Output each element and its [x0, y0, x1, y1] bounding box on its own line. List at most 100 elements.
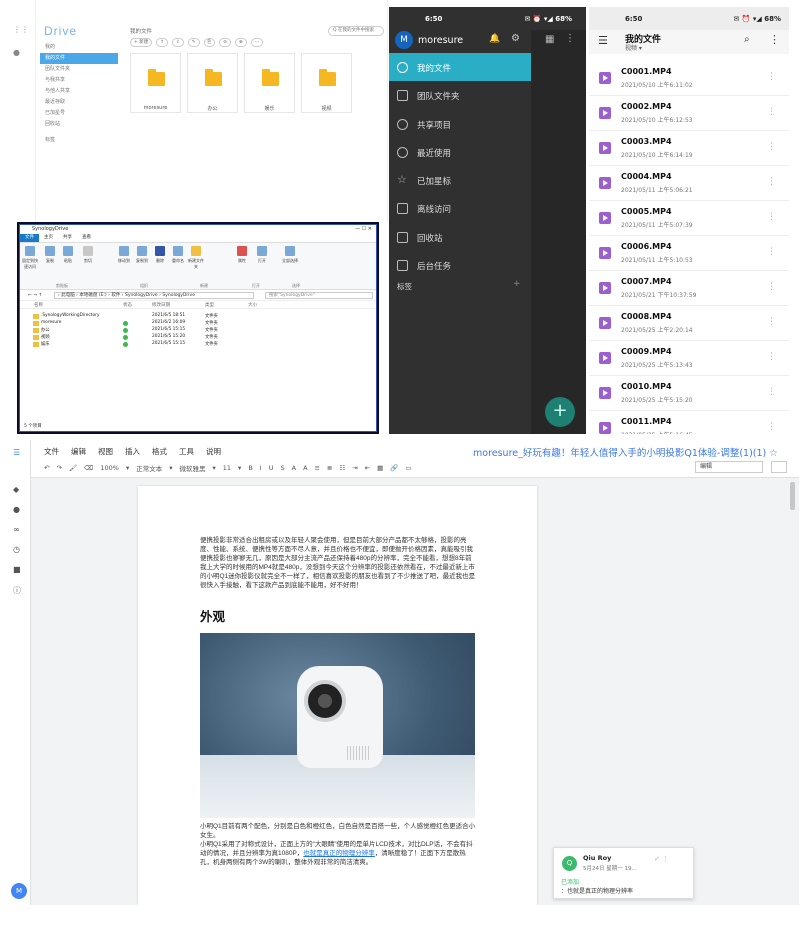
- format-tool[interactable]: ≣: [327, 464, 332, 472]
- open-button[interactable]: 打开: [254, 246, 270, 264]
- format-tool[interactable]: ⇥: [352, 464, 357, 472]
- drive-nav-team-folders[interactable]: 团队文件夹: [40, 64, 118, 75]
- lock-icon[interactable]: ■: [13, 565, 21, 574]
- tab-file[interactable]: 文件: [20, 234, 39, 242]
- menu-insert[interactable]: 插入: [125, 446, 140, 457]
- drive-nav-my-files[interactable]: 我的文件: [40, 53, 118, 64]
- menu-edit[interactable]: 编辑: [71, 446, 86, 457]
- drawer-item-starred[interactable]: ☆ 已加星标: [389, 166, 531, 194]
- table-row[interactable]: moresure 2021/6/2 16:09 文件夹: [20, 320, 376, 327]
- col-name[interactable]: 名称: [34, 302, 43, 308]
- list-item[interactable]: C0007.MP4 2021/05/21 下午10:37:59 ⋮: [589, 271, 789, 306]
- section-heading[interactable]: 外观: [200, 606, 225, 625]
- menu-format[interactable]: 格式: [152, 446, 167, 457]
- list-item[interactable]: C0003.MP4 2021/05/10 上午6:14:19 ⋮: [589, 131, 789, 166]
- link-icon[interactable]: ∞: [13, 525, 20, 534]
- format-tool[interactable]: 正常文本: [136, 463, 162, 473]
- format-tool[interactable]: 11: [223, 464, 231, 472]
- grid-view-icon[interactable]: ▦: [545, 34, 554, 45]
- share-button[interactable]: ⇪: [171, 38, 184, 47]
- edit-button[interactable]: ✎: [187, 38, 200, 47]
- list-item[interactable]: C0009.MP4 2021/05/25 上午5:13:43 ⋮: [589, 341, 789, 376]
- drawer-item-my-files[interactable]: 我的文件: [389, 53, 531, 82]
- format-tool[interactable]: U: [269, 464, 274, 472]
- drive-nav-shared-with-others[interactable]: 与他人共享: [40, 86, 118, 97]
- copy-button[interactable]: ⎘: [203, 38, 216, 47]
- drive-nav-labels[interactable]: 标签: [40, 135, 118, 146]
- col-status[interactable]: 状态: [123, 302, 132, 308]
- format-tool[interactable]: ↷: [56, 464, 61, 472]
- folder-selector[interactable]: 视频 ▾: [625, 43, 642, 52]
- side-panel-toggle-icon[interactable]: [771, 461, 787, 473]
- drawer-item-offline[interactable]: 离线访问: [389, 194, 531, 222]
- new-folder-button[interactable]: 新建文件夹: [188, 246, 204, 270]
- col-size[interactable]: 大小: [248, 302, 257, 308]
- list-item[interactable]: C0008.MP4 2021/05/25 上午2:20:14 ⋮: [589, 306, 789, 341]
- gear-icon[interactable]: ⚙: [511, 33, 520, 44]
- table-row[interactable]: 娱乐 2021/6/5 15:15 文件夹: [20, 341, 376, 348]
- drive-nav-shared-with-me[interactable]: 与我共享: [40, 75, 118, 86]
- more-vert-icon[interactable]: ⋮: [767, 177, 776, 187]
- search-icon[interactable]: ⌕: [744, 34, 750, 45]
- folder-tile[interactable]: 办公: [187, 53, 238, 113]
- menu-icon[interactable]: ☰: [13, 448, 20, 457]
- paste-button[interactable]: 粘贴: [60, 246, 76, 264]
- menu-file[interactable]: 文件: [44, 446, 59, 457]
- more-vert-icon[interactable]: ⋮: [767, 282, 776, 292]
- drawer-item-team-folders[interactable]: 团队文件夹: [389, 81, 531, 109]
- more-button[interactable]: ⋯: [250, 38, 264, 47]
- more-vert-icon[interactable]: ⋮: [767, 212, 776, 222]
- copy-button[interactable]: 复制: [42, 246, 58, 264]
- drawer-item-trash[interactable]: 回收站: [389, 223, 531, 251]
- projector-photo[interactable]: [200, 633, 475, 818]
- explorer-search-input[interactable]: 搜索"SynologyDrive": [265, 292, 373, 299]
- upload-button[interactable]: ↑: [156, 38, 168, 47]
- disable-button[interactable]: ⊘: [219, 38, 231, 47]
- format-tool[interactable]: 微软雅黑: [180, 463, 206, 473]
- format-tool[interactable]: ▦: [377, 464, 383, 472]
- document-title[interactable]: moresure_好玩有趣！年轻人值得入手的小明投影Q1体验-调整(1)(1) …: [473, 445, 778, 459]
- format-tool[interactable]: ⌫: [84, 464, 93, 472]
- properties-button[interactable]: 属性: [234, 246, 250, 264]
- address-input[interactable]: › 此电脑 › 本地磁盘 (E:) › 软件 › SynologyDrive ›…: [54, 292, 254, 299]
- list-item[interactable]: C0010.MP4 2021/05/25 上午5:15:20 ⋮: [589, 376, 789, 411]
- comment-actions[interactable]: ✓ ⋮: [654, 855, 669, 863]
- format-tool[interactable]: ▭: [405, 464, 411, 472]
- drive-nav-trash[interactable]: 回收站: [40, 119, 118, 130]
- format-tool[interactable]: S: [280, 464, 284, 472]
- info-icon[interactable]: ⓘ: [13, 585, 21, 596]
- pin-button[interactable]: 固定到快速访问: [22, 246, 38, 270]
- scrollbar[interactable]: [790, 482, 795, 510]
- format-tool[interactable]: A: [292, 464, 296, 472]
- list-item[interactable]: C0002.MP4 2021/05/10 上午6:12:53 ⋮: [589, 96, 789, 131]
- list-item[interactable]: C0004.MP4 2021/05/11 上午5:06:21 ⋮: [589, 166, 789, 201]
- col-date[interactable]: 修改日期: [152, 302, 170, 308]
- delete-button[interactable]: 删除: [152, 246, 168, 264]
- more-vert-icon[interactable]: ⋮: [767, 387, 776, 397]
- person-add-icon[interactable]: ●: [13, 505, 20, 514]
- comment-card[interactable]: Q Qiu Roy 5月24日 星期一 19... ✓ ⋮ 已添加 ：也就是真正…: [553, 847, 694, 899]
- format-tool[interactable]: ▾: [126, 464, 129, 472]
- format-tool[interactable]: 100%: [100, 464, 119, 472]
- col-type[interactable]: 类型: [205, 302, 214, 308]
- more-vert-icon[interactable]: ⋮: [767, 142, 776, 152]
- notification-bell-icon[interactable]: ●: [13, 48, 20, 57]
- add-tag-icon[interactable]: +: [513, 279, 521, 289]
- list-item[interactable]: C0001.MP4 2021/05/10 上午6:11:02 ⋮: [589, 61, 789, 96]
- format-tool[interactable]: ☷: [339, 464, 345, 472]
- body-paragraph[interactable]: 小明Q1目前有两个配色，分别是白色和橙红色，白色自然是百搭一些，个人感觉橙红色更…: [200, 822, 478, 867]
- more-vert-icon[interactable]: ⋮: [767, 422, 776, 432]
- more-vert-icon[interactable]: ⋮: [769, 33, 780, 46]
- copy-to-button[interactable]: 复制到: [134, 246, 150, 264]
- apps-grid-icon[interactable]: ⋮⋮: [13, 25, 29, 34]
- history-icon[interactable]: ◷: [13, 545, 20, 554]
- menu-view[interactable]: 视图: [98, 446, 113, 457]
- drive-nav-recent[interactable]: 最近存取: [40, 97, 118, 108]
- mode-select[interactable]: 编辑: [695, 461, 763, 473]
- move-to-button[interactable]: 移动到: [116, 246, 132, 264]
- document-page[interactable]: 便携投影非常适合出租房或以及年轻人聚会使用，但是目前大部分产品都不太够格，投影的…: [138, 486, 537, 905]
- format-tool[interactable]: A: [303, 464, 307, 472]
- drawer-item-recent[interactable]: 最近使用: [389, 138, 531, 166]
- rename-button[interactable]: 重命名: [170, 246, 186, 264]
- nav-arrows-icon[interactable]: ← → ↑: [28, 293, 42, 298]
